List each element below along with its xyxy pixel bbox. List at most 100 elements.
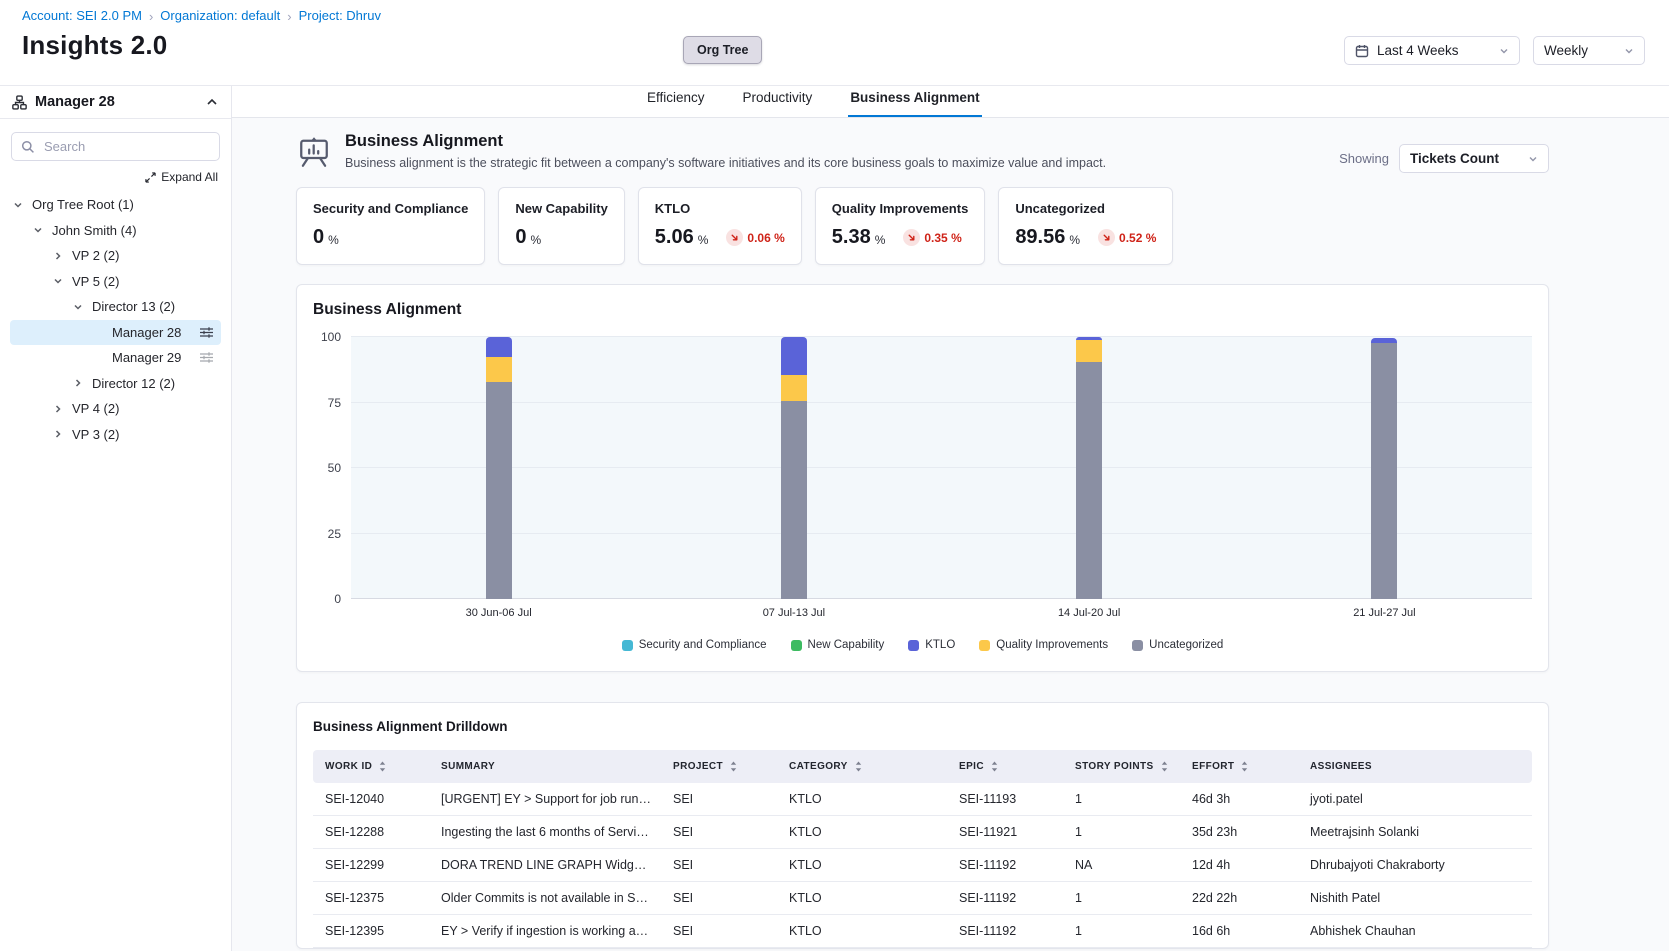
metric-delta: 0.52 % — [1098, 229, 1156, 246]
column-label: EPIC — [959, 761, 984, 772]
filter-sliders-icon[interactable] — [199, 326, 214, 339]
showing-value: Tickets Count — [1410, 151, 1499, 166]
chevron-down-icon — [1499, 46, 1509, 56]
tree-item-john-smith-4-[interactable]: John Smith (4) — [10, 218, 221, 244]
sort-icon[interactable] — [990, 760, 999, 773]
stacked-bar-21-jul-27-jul — [1371, 337, 1397, 599]
sort-icon[interactable] — [1240, 760, 1249, 773]
tree-item-manager-29[interactable]: Manager 29 — [10, 345, 221, 371]
tree-item-director-13-2-[interactable]: Director 13 (2) — [10, 294, 221, 320]
y-axis-tick: 75 — [328, 396, 341, 410]
table-cell: KTLO — [777, 849, 947, 882]
drilldown-table: WORK IDSUMMARYPROJECTCATEGORYEPICSTORY P… — [313, 750, 1532, 948]
breadcrumb-account[interactable]: Account: SEI 2.0 PM — [22, 8, 142, 23]
legend-label: New Capability — [808, 639, 885, 651]
tree-item-label: VP 5 (2) — [72, 274, 119, 289]
metric-card-security-and-compliance: Security and Compliance 0% — [296, 187, 485, 265]
tab-productivity[interactable]: Productivity — [741, 90, 815, 117]
column-header-story-points[interactable]: STORY POINTS — [1063, 750, 1180, 783]
column-header-project[interactable]: PROJECT — [661, 750, 777, 783]
legend-swatch — [908, 640, 919, 651]
sort-icon[interactable] — [729, 760, 738, 773]
y-axis: 0255075100 — [313, 337, 351, 599]
bar-segment-uncategorized — [486, 382, 512, 599]
chevron-down-icon[interactable] — [12, 199, 32, 211]
breadcrumb-project[interactable]: Project: Dhruv — [299, 8, 381, 23]
sort-icon[interactable] — [854, 760, 863, 773]
filter-sliders-icon[interactable] — [199, 351, 214, 364]
metric-card-quality-improvements: Quality Improvements5.38%0.35 % — [815, 187, 986, 265]
chart-title: Business Alignment — [313, 301, 1532, 319]
sort-icon[interactable] — [1160, 760, 1169, 773]
bar-segment-quality-improvements — [1076, 340, 1102, 361]
chevron-down-icon[interactable] — [32, 224, 52, 236]
tree-item-label: Manager 28 — [112, 325, 181, 340]
tree-item-vp-3-2-[interactable]: VP 3 (2) — [10, 422, 221, 448]
chevron-right-icon[interactable] — [52, 403, 72, 415]
tree-item-vp-4-2-[interactable]: VP 4 (2) — [10, 396, 221, 422]
granularity-select[interactable]: Weekly — [1533, 36, 1645, 65]
table-row: SEI-12288Ingesting the last 6 months of … — [313, 816, 1532, 849]
table-header-row: WORK IDSUMMARYPROJECTCATEGORYEPICSTORY P… — [313, 750, 1532, 783]
chart-card: Business Alignment 0255075100 30 Jun-06 … — [296, 284, 1549, 672]
column-label: CATEGORY — [789, 761, 848, 772]
metric-label: Security and Compliance — [313, 201, 468, 216]
chevron-down-icon[interactable] — [52, 275, 72, 287]
metric-value: 5.06 — [655, 226, 694, 249]
table-cell: Abhishek Chauhan — [1298, 915, 1532, 948]
org-tree-button[interactable]: Org Tree — [683, 36, 762, 64]
gridline — [351, 598, 1532, 599]
tree-item-vp-5-2-[interactable]: VP 5 (2) — [10, 269, 221, 295]
chevron-right-icon[interactable] — [72, 377, 92, 389]
expand-all-button[interactable]: Expand All — [13, 170, 218, 184]
table-cell: SEI-11192 — [947, 882, 1063, 915]
section-header-text: Business Alignment Business alignment is… — [345, 132, 1106, 170]
table-cell: SEI-12395 — [313, 915, 429, 948]
chevron-up-icon[interactable] — [205, 95, 219, 109]
breadcrumb-organization[interactable]: Organization: default — [160, 8, 280, 23]
legend-label: Security and Compliance — [639, 639, 767, 651]
column-header-epic[interactable]: EPIC — [947, 750, 1063, 783]
chevron-right-icon[interactable] — [52, 428, 72, 440]
metric-card-uncategorized: Uncategorized89.56%0.52 % — [998, 187, 1173, 265]
tree-item-director-12-2-[interactable]: Director 12 (2) — [10, 371, 221, 397]
column-header-category[interactable]: CATEGORY — [777, 750, 947, 783]
expand-all-label: Expand All — [161, 170, 218, 184]
column-header-work-id[interactable]: WORK ID — [313, 750, 429, 783]
chart-legend: Security and ComplianceNew CapabilityKTL… — [313, 639, 1532, 651]
column-label: EFFORT — [1192, 761, 1234, 772]
metric-label: KTLO — [655, 201, 785, 216]
chevron-right-icon[interactable] — [52, 250, 72, 262]
metric-unit: % — [1069, 233, 1080, 247]
tree-item-label: Org Tree Root (1) — [32, 197, 134, 212]
table-body: SEI-12040[URGENT] EY > Support for job r… — [313, 783, 1532, 948]
table-cell: Dhrubajyoti Chakraborty — [1298, 849, 1532, 882]
sidebar-search[interactable] — [11, 132, 220, 161]
column-header-effort[interactable]: EFFORT — [1180, 750, 1298, 783]
metric-delta: 0.06 % — [726, 229, 784, 246]
chevron-down-icon — [1624, 46, 1634, 56]
tab-business-alignment[interactable]: Business Alignment — [848, 90, 981, 117]
tab-efficiency[interactable]: Efficiency — [645, 90, 707, 117]
table-cell: [URGENT] EY > Support for job run par... — [429, 783, 661, 816]
showing-control: Showing Tickets Count — [1339, 144, 1549, 173]
metric-value-row: 0% — [313, 226, 468, 249]
date-range-select[interactable]: Last 4 Weeks — [1344, 36, 1520, 65]
sidebar-header: Manager 28 — [0, 86, 231, 119]
tree-item-manager-28[interactable]: Manager 28 — [10, 320, 221, 346]
table-cell: SEI-12375 — [313, 882, 429, 915]
section-header: Business Alignment Business alignment is… — [296, 132, 1549, 173]
table-cell: 16d 6h — [1180, 915, 1298, 948]
showing-label: Showing — [1339, 151, 1389, 166]
gridline — [351, 533, 1532, 534]
tree-item-vp-2-2-[interactable]: VP 2 (2) — [10, 243, 221, 269]
chevron-down-icon[interactable] — [72, 301, 92, 313]
x-axis-label: 30 Jun-06 Jul — [466, 607, 532, 619]
sidebar-title: Manager 28 — [35, 94, 115, 110]
tree-item-org-tree-root-1-[interactable]: Org Tree Root (1) — [10, 192, 221, 218]
sort-icon[interactable] — [378, 760, 387, 773]
showing-select[interactable]: Tickets Count — [1399, 144, 1549, 173]
x-axis-label: 07 Jul-13 Jul — [763, 607, 825, 619]
search-input[interactable] — [42, 138, 210, 155]
table-cell: 46d 3h — [1180, 783, 1298, 816]
